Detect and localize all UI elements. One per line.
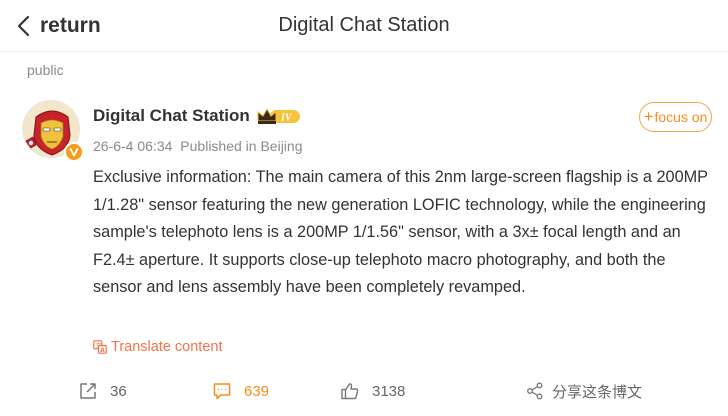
level-badge[interactable]: IV: [256, 106, 302, 126]
translate-button[interactable]: 文 A Translate content: [93, 339, 223, 355]
post-meta: 26-6-4 06:34 Published in Beijing: [93, 138, 303, 154]
share-icon: [527, 382, 543, 400]
repost-icon: [80, 383, 96, 399]
like-button[interactable]: 3138: [340, 375, 405, 407]
translate-label: Translate content: [111, 339, 223, 355]
follow-button[interactable]: + focus on: [639, 102, 712, 132]
verified-badge: [64, 142, 84, 162]
post-action-bar: 36 639 3138 分享这条博文: [0, 375, 728, 407]
post-body-text: Exclusive information: The main camera o…: [93, 168, 708, 296]
share-button[interactable]: 分享这条博文: [526, 375, 642, 407]
author-avatar[interactable]: [22, 100, 84, 162]
translate-icon: 文 A: [93, 340, 107, 354]
crown-level-icon: IV: [257, 107, 300, 124]
page-title: Digital Chat Station: [278, 14, 450, 36]
share-label: 分享这条博文: [552, 383, 643, 401]
plus-icon: +: [643, 107, 654, 126]
author-row: Digital Chat Station IV: [93, 106, 302, 126]
top-navigation-bar: return Digital Chat Station: [0, 0, 728, 52]
comment-count: 639: [244, 382, 270, 400]
author-name[interactable]: Digital Chat Station: [93, 106, 250, 126]
visibility-label: public: [27, 62, 64, 78]
repost-count: 36: [110, 382, 127, 400]
svg-text:A: A: [100, 347, 105, 354]
verified-v-icon: [69, 148, 79, 157]
repost-button[interactable]: 36: [78, 375, 127, 407]
like-count: 3138: [372, 382, 406, 400]
comment-button[interactable]: 639: [212, 375, 269, 407]
post-timestamp: 26-6-4 06:34: [93, 138, 173, 154]
follow-label: focus on: [654, 109, 708, 125]
comment-icon: [213, 383, 231, 400]
thumbs-up-icon: [341, 383, 359, 400]
post-location: Published in Beijing: [180, 138, 303, 154]
level-badge-text: IV: [280, 113, 293, 124]
